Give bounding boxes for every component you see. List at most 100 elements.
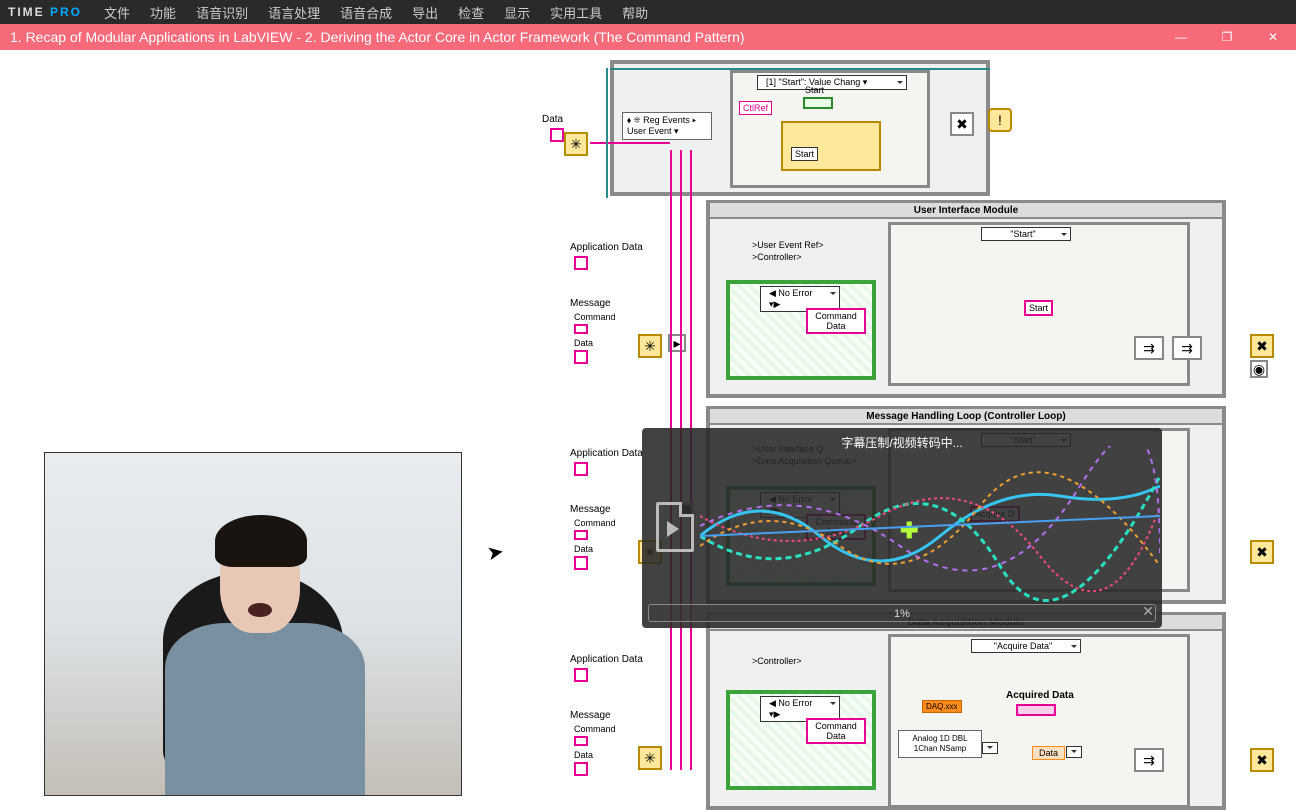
- window-titlebar[interactable]: 1. Recap of Modular Applications in LabV…: [0, 24, 1296, 50]
- data-terminal-3[interactable]: [574, 762, 588, 776]
- app-data-terminal-1[interactable]: [574, 256, 588, 270]
- menu-tools[interactable]: 实用工具: [550, 3, 602, 22]
- daq-read-dropdown[interactable]: [982, 742, 998, 754]
- event-case-selector[interactable]: [1] "Start": Value Chang ▾: [757, 75, 907, 90]
- shift-reg-daq-icon[interactable]: ⇉: [1134, 748, 1164, 772]
- data-output-node[interactable]: Data: [1032, 746, 1065, 760]
- data-terminal-2[interactable]: [574, 556, 588, 570]
- command-terminal-3[interactable]: [574, 736, 588, 746]
- release-queue-ui-icon[interactable]: ✖: [1250, 334, 1274, 358]
- data-sublabel-3: Data: [574, 750, 593, 760]
- menu-language-processing[interactable]: 语言处理: [268, 3, 320, 22]
- logo-part-b: PRO: [50, 5, 82, 19]
- start-indicator: [803, 97, 833, 109]
- command-sublabel-1: Command: [574, 312, 616, 322]
- menu-speech-recognition[interactable]: 语音识别: [196, 3, 248, 22]
- dequeue-structure-daq[interactable]: ◀ No Error ▾▶ Command Data: [726, 690, 876, 790]
- reg-events-label: ⬧ ❊ Reg Events ▸: [627, 115, 696, 126]
- start-button-label: Start: [791, 147, 818, 161]
- obtain-queue-1-icon[interactable]: ✳: [638, 334, 662, 358]
- user-event-ref-label: >User Event Ref>: [752, 240, 824, 250]
- daq-task-node[interactable]: DAQ.xxx: [922, 700, 962, 713]
- data-sublabel-2: Data: [574, 544, 593, 554]
- minimize-button[interactable]: —: [1158, 24, 1204, 50]
- presenter-mouth: [248, 603, 272, 617]
- start-node-ui[interactable]: Start: [1024, 300, 1053, 316]
- menu-function[interactable]: 功能: [150, 3, 176, 22]
- menu-export[interactable]: 导出: [412, 3, 438, 22]
- menu-display[interactable]: 显示: [504, 3, 530, 22]
- wire-data-h: [590, 142, 670, 144]
- wire-teal-v: [606, 68, 608, 198]
- release-queue-mhl-icon[interactable]: ✖: [1250, 540, 1274, 564]
- video-file-icon: [656, 502, 694, 552]
- command-sublabel-2: Command: [574, 518, 616, 528]
- enqueue-node[interactable]: Start: [781, 121, 881, 171]
- error-out-node-icon[interactable]: !: [988, 108, 1012, 132]
- presenter: [165, 523, 345, 793]
- app-data-terminal-3[interactable]: [574, 668, 588, 682]
- command-label-daq: Command: [815, 721, 857, 731]
- shift-reg-ui2-icon[interactable]: ⇉: [1172, 336, 1202, 360]
- close-ref-node-icon[interactable]: ✖: [950, 112, 974, 136]
- app-data-label-3: Application Data: [570, 654, 643, 665]
- controller-label-daq: >Controller>: [752, 656, 802, 666]
- menu-file[interactable]: 文件: [104, 3, 130, 22]
- command-terminal-2[interactable]: [574, 530, 588, 540]
- data-sublabel-1: Data: [574, 338, 593, 348]
- transcode-overlay: 字幕压制/视频转码中... ✚ 1% ✕: [642, 428, 1162, 628]
- controller-label-ui: >Controller>: [752, 252, 802, 262]
- start-tiny-label: Start: [805, 85, 824, 95]
- maximize-button[interactable]: ❐: [1204, 24, 1250, 50]
- presenter-body: [165, 623, 365, 796]
- data-terminal-1[interactable]: [574, 350, 588, 364]
- daq-case-structure[interactable]: "Acquire Data": [888, 634, 1190, 808]
- daq-case-selector[interactable]: "Acquire Data": [971, 639, 1081, 653]
- menu-speech-synthesis[interactable]: 语音合成: [340, 3, 392, 22]
- content-area: Data ✳ ⬧ ❊ Reg Events ▸ User Event ▾ [1]…: [0, 50, 1296, 810]
- register-events-node[interactable]: ⬧ ❊ Reg Events ▸ User Event ▾: [622, 112, 712, 140]
- acquired-data-label: Acquired Data: [1006, 690, 1074, 701]
- presenter-hair: [215, 515, 307, 567]
- wire-teal-top: [610, 68, 990, 70]
- ui-module-header: User Interface Module: [710, 203, 1222, 219]
- obtain-queue-3-icon[interactable]: ✳: [638, 746, 662, 770]
- dequeue-structure-ui[interactable]: ◀ No Error ▾▶ Command Data: [726, 280, 876, 380]
- close-button[interactable]: ✕: [1250, 24, 1296, 50]
- app-logo: TIME PRO: [8, 5, 82, 19]
- logo-part-a: TIME: [8, 5, 45, 19]
- analog-label: Analog 1D DBL: [912, 734, 967, 744]
- presenter-webcam: [44, 452, 462, 796]
- app-data-label-1: Application Data: [570, 242, 643, 253]
- mouse-cursor-icon: ➤: [485, 539, 506, 567]
- chan-label: 1Chan NSamp: [914, 744, 966, 754]
- data-label: Data: [542, 114, 563, 125]
- message-label-1: Message: [570, 298, 611, 309]
- progress-text: 1%: [649, 605, 1155, 623]
- shift-reg-ui-icon[interactable]: ⇉: [1134, 336, 1164, 360]
- user-event-label: User Event ▾: [627, 126, 679, 137]
- play-triangle-icon: [667, 521, 687, 537]
- progress-bar[interactable]: 1%: [648, 604, 1156, 622]
- ui-case-selector[interactable]: "Start": [981, 227, 1071, 241]
- command-data-cluster-ui[interactable]: Command Data: [806, 308, 866, 334]
- menu-help[interactable]: 帮助: [622, 3, 648, 22]
- event-structure[interactable]: [1] "Start": Value Chang ▾ CtlRef Start …: [730, 70, 930, 188]
- mhl-header: Message Handling Loop (Controller Loop): [710, 409, 1222, 425]
- command-data-cluster-daq[interactable]: Command Data: [806, 718, 866, 744]
- menu-inspect[interactable]: 检查: [458, 3, 484, 22]
- acquired-data-terminal[interactable]: [1016, 704, 1056, 716]
- data-output-dropdown[interactable]: [1066, 746, 1082, 758]
- waveform-graphic: [700, 446, 1160, 604]
- ctlref-node[interactable]: CtlRef: [739, 101, 772, 115]
- release-queue-daq-icon[interactable]: ✖: [1250, 748, 1274, 772]
- overlay-close-button[interactable]: ✕: [1142, 603, 1154, 620]
- data-terminal[interactable]: [550, 128, 564, 142]
- app-data-terminal-2[interactable]: [574, 462, 588, 476]
- error-merge-ui-icon[interactable]: ◉: [1250, 360, 1268, 378]
- command-sublabel-3: Command: [574, 724, 616, 734]
- daq-read-node[interactable]: Analog 1D DBL 1Chan NSamp: [898, 730, 982, 758]
- bundle-node-icon[interactable]: ✳: [564, 132, 588, 156]
- message-label-3: Message: [570, 710, 611, 721]
- command-terminal-1[interactable]: [574, 324, 588, 334]
